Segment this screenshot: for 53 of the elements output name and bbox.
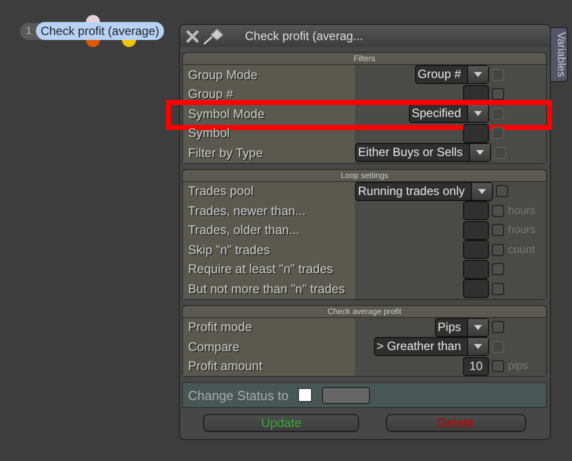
- input-field[interactable]: 10: [463, 356, 489, 376]
- caret-icon: [474, 344, 482, 350]
- dropdown[interactable]: Group #: [414, 65, 489, 84]
- field-label: Trades, older than...: [187, 223, 300, 238]
- input-field[interactable]: [463, 220, 489, 240]
- caret-icon: [474, 72, 482, 78]
- field-label: Skip "n" trades: [187, 242, 271, 257]
- dropdown[interactable]: Running trades only: [355, 182, 493, 201]
- dropdown[interactable]: Either Buys or Sells: [355, 143, 491, 162]
- checkbox[interactable]: [492, 360, 504, 372]
- close-icon[interactable]: [186, 30, 199, 42]
- input-field[interactable]: [463, 201, 489, 220]
- field-label: Profit mode: [187, 320, 253, 334]
- checkbox[interactable]: [492, 224, 504, 236]
- field-label: Profit amount: [187, 359, 264, 374]
- field-label: Group #: [187, 87, 234, 102]
- checkbox[interactable]: [492, 263, 504, 276]
- input-field[interactable]: [463, 260, 489, 279]
- checkbox[interactable]: [492, 282, 504, 295]
- dropdown[interactable]: > Greather than: [374, 337, 489, 356]
- field-label: Filter by Type: [187, 146, 264, 160]
- section-title: Loop settings: [340, 170, 388, 180]
- input-field[interactable]: [463, 279, 489, 298]
- checkbox[interactable]: [298, 388, 312, 402]
- checkbox[interactable]: [492, 244, 504, 256]
- caret-icon: [474, 111, 482, 116]
- field-label: Trades pool: [187, 184, 255, 198]
- dropdown[interactable]: Pips: [434, 318, 489, 337]
- field-label: Trades, newer than...: [187, 204, 307, 218]
- section-title: Filters: [354, 54, 376, 63]
- checkbox[interactable]: [492, 204, 504, 217]
- status-label: Change Status to: [188, 388, 288, 402]
- checkbox[interactable]: [492, 88, 504, 100]
- caret-icon: [476, 150, 484, 156]
- pin-icon[interactable]: [203, 27, 225, 45]
- input-field[interactable]: [463, 124, 489, 143]
- field-label: Group Mode: [187, 68, 258, 82]
- input-field[interactable]: [463, 240, 489, 260]
- node-label[interactable]: Check profit (average): [36, 22, 164, 40]
- field-label: Symbol: [187, 126, 231, 140]
- color-swatch[interactable]: [322, 386, 370, 404]
- field-label: Symbol Mode: [187, 106, 266, 121]
- checkbox[interactable]: [496, 185, 508, 198]
- section-title: Check average profit: [328, 306, 402, 316]
- variables-tab[interactable]: Variables: [551, 27, 568, 82]
- caret-icon: [478, 188, 486, 194]
- checkbox[interactable]: [492, 321, 504, 334]
- field-label: Compare: [187, 340, 240, 354]
- field-label: But not more than "n" trades: [187, 282, 346, 296]
- field-label: Require at least "n" trades: [187, 262, 334, 276]
- dropdown[interactable]: Specified: [408, 104, 489, 124]
- window-title: Check profit (averag...: [245, 29, 364, 43]
- caret-icon: [474, 324, 482, 330]
